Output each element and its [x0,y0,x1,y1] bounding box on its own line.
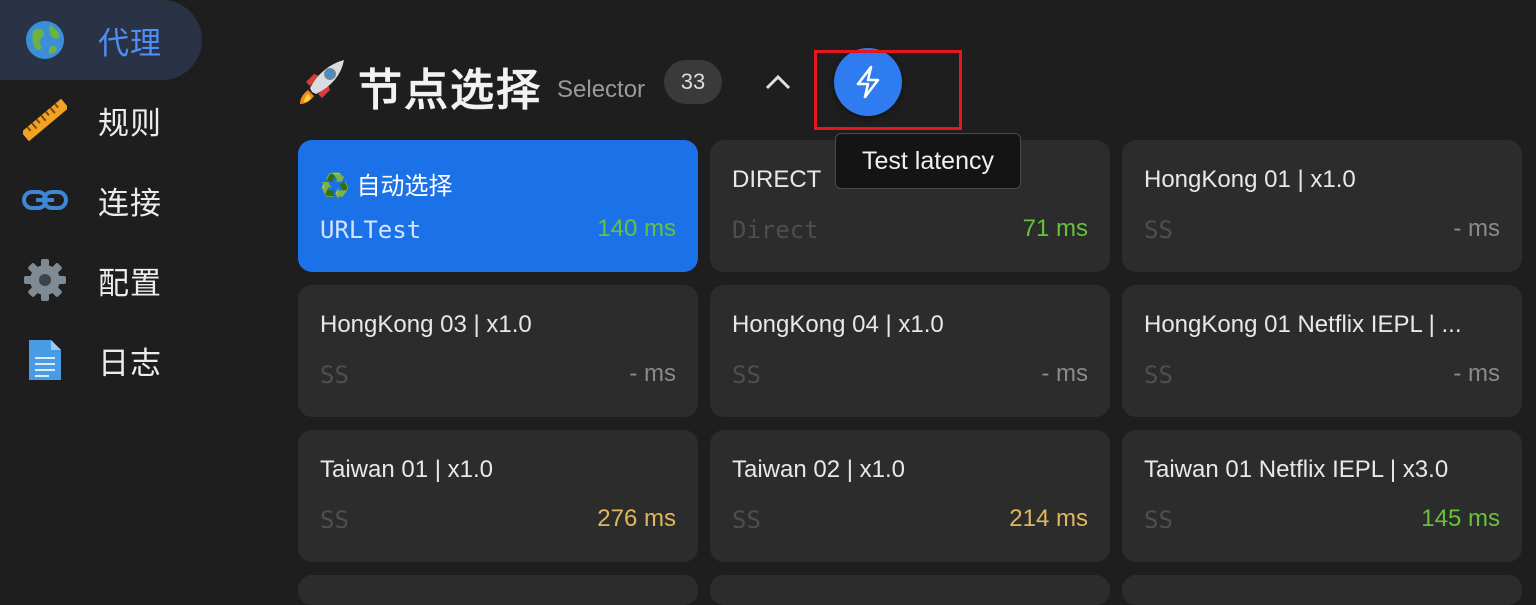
rocket-icon [296,56,348,108]
proxy-delay[interactable]: - ms [629,360,676,388]
proxy-name: HongKong 04 | x1.0 [732,311,944,338]
gear-icon [22,257,68,303]
proxy-card[interactable]: HongKong 01 | x1.0 SS - ms [1122,140,1522,272]
group-type: Selector [557,76,646,103]
sidebar-item-rules[interactable]: 规则 [0,80,202,160]
sidebar-item-logs[interactable]: 日志 [0,320,202,400]
sidebar-item-label: 连接 [98,185,162,221]
proxy-type: SS [1144,216,1173,244]
proxy-type: SS [1144,506,1173,534]
proxy-type: SS [732,506,761,534]
proxy-card[interactable]: Taiwan 02 | x1.0 SS 214 ms [710,430,1110,562]
proxy-name: ♻️ 自动选择 [320,173,453,200]
proxy-type: SS [320,361,349,389]
proxy-name: Taiwan 01 | x1.0 [320,456,494,483]
proxy-type: URLTest [320,216,422,244]
earth-globe-icon [22,17,68,63]
proxy-name: HongKong 01 Netflix IEPL | ... [1144,311,1462,338]
proxy-delay[interactable]: 145 ms [1421,505,1500,533]
proxy-delay[interactable]: - ms [1453,360,1500,388]
proxy-type: SS [732,361,761,389]
sidebar-item-label: 日志 [98,345,162,381]
proxy-card[interactable]: Taiwan 01 Netflix IEPL | x3.0 SS 145 ms [1122,430,1522,562]
proxy-name: Taiwan 01 Netflix IEPL | x3.0 [1144,456,1449,483]
proxy-name: HongKong 01 | x1.0 [1144,166,1356,193]
proxy-group-header: 节点选择 Selector 33 [296,50,1096,115]
proxy-type: SS [1144,361,1173,389]
proxy-card[interactable]: HongKong 01 Netflix IEPL | ... SS - ms [1122,285,1522,417]
proxy-delay[interactable]: 214 ms [1009,505,1088,533]
sidebar-item-config[interactable]: 配置 [0,240,202,320]
proxy-card[interactable]: Taiwan 01 | x1.0 SS 276 ms [298,430,698,562]
proxy-type: Direct [732,216,819,244]
sidebar-item-label: 配置 [98,265,162,301]
highlight-box [814,50,962,130]
sidebar-item-label: 规则 [98,105,162,141]
proxy-card[interactable]: HongKong 04 | x1.0 SS - ms [710,285,1110,417]
sidebar-item-label: 代理 [98,25,162,61]
proxy-delay[interactable]: - ms [1453,215,1500,243]
collapse-button[interactable] [762,66,794,98]
sidebar: 代理 规则 连接 配置 日志 [0,0,240,580]
proxy-name: HongKong 03 | x1.0 [320,311,532,338]
ruler-icon [22,97,68,143]
document-icon [22,337,68,383]
proxy-delay[interactable]: 276 ms [597,505,676,533]
proxy-count-badge: 33 [664,60,722,104]
sidebar-item-proxy[interactable]: 代理 [0,0,202,80]
proxy-name: Taiwan 02 | x1.0 [732,456,906,483]
proxy-card[interactable]: HongKong 03 | x1.0 SS - ms [298,285,698,417]
proxy-card[interactable]: ♻️ 自动选择 URLTest 140 ms [298,140,698,272]
proxy-type: SS [320,506,349,534]
proxy-delay[interactable]: 71 ms [1023,215,1088,243]
link-icon [22,177,68,223]
proxy-delay[interactable]: 140 ms [597,215,676,243]
chevron-up-icon [765,74,791,90]
proxy-delay[interactable]: - ms [1041,360,1088,388]
tooltip: Test latency [835,133,1021,189]
sidebar-item-connections[interactable]: 连接 [0,160,202,240]
group-title: 节点选择 [358,66,542,115]
